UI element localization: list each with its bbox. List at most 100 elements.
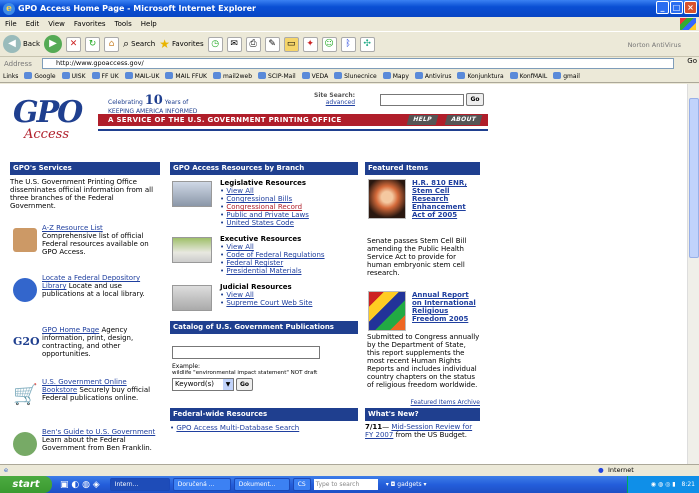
task-cs[interactable]: CS xyxy=(292,478,311,491)
link-gmail[interactable]: gmail xyxy=(553,72,580,80)
legislative-view-all-link[interactable]: View All xyxy=(226,187,254,195)
bluetooth-icon[interactable]: ᛒ xyxy=(340,36,356,52)
extra-icon[interactable]: ✣ xyxy=(359,36,375,52)
link-google[interactable]: Google xyxy=(24,72,55,80)
edit-icon[interactable]: ✎ xyxy=(264,36,280,52)
menu-edit[interactable]: Edit xyxy=(26,20,40,28)
norton-antivirus-button[interactable]: Norton AntiVirus xyxy=(628,41,681,49)
minimize-button[interactable]: _ xyxy=(656,1,669,14)
link-ffuk[interactable]: FF UK xyxy=(92,72,119,80)
catalog-search-input[interactable] xyxy=(172,346,320,359)
catalog-field-select[interactable]: Keyword(s) ▼ xyxy=(172,378,234,391)
forward-button[interactable]: ▶ xyxy=(44,35,62,53)
toolbar: ◀ Back ▶ ✕ ↻ ⌂ ⌕ Search ★ Favorites ◷ ✉ ⎙ ✎… xyxy=(0,31,699,57)
link-slunecnice[interactable]: Slunecnice xyxy=(334,72,377,80)
us-code-link[interactable]: United States Code xyxy=(226,219,294,227)
link-veda[interactable]: VEDA xyxy=(302,72,329,80)
gpo-home-link[interactable]: GPO Home Page xyxy=(42,326,99,334)
history-icon[interactable]: ◷ xyxy=(207,36,223,52)
congressional-record-link[interactable]: Congressional Record xyxy=(226,203,302,211)
site-search-go-button[interactable]: Go xyxy=(466,93,484,106)
messenger-icon[interactable]: ☺ xyxy=(321,36,337,52)
catalog-heading: Catalog of U.S. Government Publications xyxy=(170,321,358,334)
cfr-link[interactable]: Code of Federal Regulations xyxy=(226,251,324,259)
congressional-bills-link[interactable]: Congressional Bills xyxy=(226,195,292,203)
link-antivirus[interactable]: Antivirus xyxy=(415,72,452,80)
quick-launch-icons[interactable]: ▣ ◐ ◍ ◈ xyxy=(60,480,100,490)
executive-view-all-link[interactable]: View All xyxy=(226,243,254,251)
favorites-button[interactable]: ★ Favorites xyxy=(159,37,203,51)
search-button[interactable]: ⌕ Search xyxy=(123,37,155,51)
link-uisk[interactable]: UISK xyxy=(62,72,86,80)
link-mail2web[interactable]: mail2web xyxy=(213,72,252,80)
go-button[interactable]: Go xyxy=(687,57,697,65)
gadgets-button[interactable]: ▾ ◘ gadgets ▾ xyxy=(386,481,427,488)
judicial-view-all-link[interactable]: View All xyxy=(226,291,254,299)
supreme-court-link[interactable]: Supreme Court Web Site xyxy=(226,299,312,307)
service-banner: A SERVICE OF THE U.S. GOVERNMENT PRINTIN… xyxy=(98,114,488,126)
az-resource-link[interactable]: A-Z Resource List xyxy=(42,224,103,232)
service-item-gpo-home: G2O GPO Home Page Agency information, pr… xyxy=(10,326,160,366)
judicial-title: Judicial Resources xyxy=(220,283,292,291)
featured-archive-link[interactable]: Featured Items Archive xyxy=(365,399,480,406)
refresh-icon[interactable]: ↻ xyxy=(85,36,100,52)
back-button[interactable]: ◀ Back xyxy=(3,35,40,53)
link-konjunktura[interactable]: Konjunktura xyxy=(457,72,503,80)
flags-image xyxy=(368,291,406,331)
start-button[interactable]: start xyxy=(0,476,52,493)
about-button[interactable]: ABOUT xyxy=(444,115,483,125)
scrollbar-thumb[interactable] xyxy=(689,98,699,258)
link-scip-mail[interactable]: SCIP-Mail xyxy=(258,72,296,80)
multi-database-search-link[interactable]: GPO Access Multi-Database Search xyxy=(176,424,299,432)
stop-icon[interactable]: ✕ xyxy=(66,36,81,52)
link-mail-ffuk[interactable]: MAIL FFUK xyxy=(165,72,207,80)
clock[interactable]: 8:21 xyxy=(682,481,695,488)
task-internet-explorer[interactable]: Intern... xyxy=(109,478,170,491)
vertical-scrollbar[interactable] xyxy=(687,84,699,464)
menu-tools[interactable]: Tools xyxy=(115,20,132,28)
site-search-input[interactable] xyxy=(380,94,464,106)
celebrating-pre: Celebrating xyxy=(108,99,143,106)
tray-icons[interactable]: ◉ ◍ ◎ ▮ xyxy=(651,481,676,488)
print-icon[interactable]: ⎙ xyxy=(245,36,261,52)
address-input[interactable]: http://www.gpoaccess.gov/ xyxy=(42,58,674,69)
bens-guide-link[interactable]: Ben's Guide to U.S. Government xyxy=(42,428,155,436)
gpo-access-logo[interactable]: GPO Access xyxy=(10,89,88,149)
menu-view[interactable]: View xyxy=(48,20,65,28)
maximize-button[interactable]: □ xyxy=(670,1,683,14)
browser-window: e GPO Access Home Page - Microsoft Inter… xyxy=(0,0,699,493)
link-mapy[interactable]: Mapy xyxy=(383,72,409,80)
link-konfmail[interactable]: KonfMAIL xyxy=(510,72,548,80)
link-mail-uk[interactable]: MAIL-UK xyxy=(125,72,160,80)
close-button[interactable]: × xyxy=(684,1,697,14)
status-bar: e ● Internet xyxy=(0,464,699,476)
presidential-materials-link[interactable]: Presidential Materials xyxy=(226,267,301,275)
stem-cell-link[interactable]: H.R. 810 ENR, Stem Cell Research Enhance… xyxy=(412,179,480,219)
help-button[interactable]: HELP xyxy=(406,115,438,125)
branch-resources-heading: GPO Access Resources by Branch xyxy=(170,162,358,175)
legislative-title: Legislative Resources xyxy=(220,179,307,187)
task-document[interactable]: Dokument... xyxy=(233,478,290,491)
menu-file[interactable]: File xyxy=(5,20,17,28)
title-bar[interactable]: e GPO Access Home Page - Microsoft Inter… xyxy=(0,0,699,17)
search-label: Search xyxy=(131,40,156,48)
federal-register-link[interactable]: Federal Register xyxy=(226,259,283,267)
gpo-services-heading: GPO's Services xyxy=(10,162,160,175)
notebook-icon xyxy=(13,228,37,252)
supreme-court-image xyxy=(172,285,212,311)
ie-logo-icon: e xyxy=(3,2,15,15)
menu-help[interactable]: Help xyxy=(141,20,157,28)
public-private-laws-link[interactable]: Public and Private Laws xyxy=(226,211,309,219)
catalog-go-button[interactable]: Go xyxy=(236,378,254,391)
folder-icon[interactable]: ▭ xyxy=(283,36,299,52)
task-inbox[interactable]: Doručená ... xyxy=(172,478,231,491)
mail-icon[interactable]: ✉ xyxy=(226,36,242,52)
taskbar: start ▣ ◐ ◍ ◈ Intern... Doručená ... Dok… xyxy=(0,476,699,493)
research-icon[interactable]: ✦ xyxy=(302,36,318,52)
taskbar-search-input[interactable]: Type to search xyxy=(313,479,378,490)
religious-freedom-link[interactable]: Annual Report on International Religious… xyxy=(412,291,480,323)
home-icon[interactable]: ⌂ xyxy=(104,36,119,52)
star-icon: ★ xyxy=(159,37,170,51)
menu-favorites[interactable]: Favorites xyxy=(74,20,106,28)
advanced-search-link[interactable]: advanced xyxy=(314,99,355,106)
